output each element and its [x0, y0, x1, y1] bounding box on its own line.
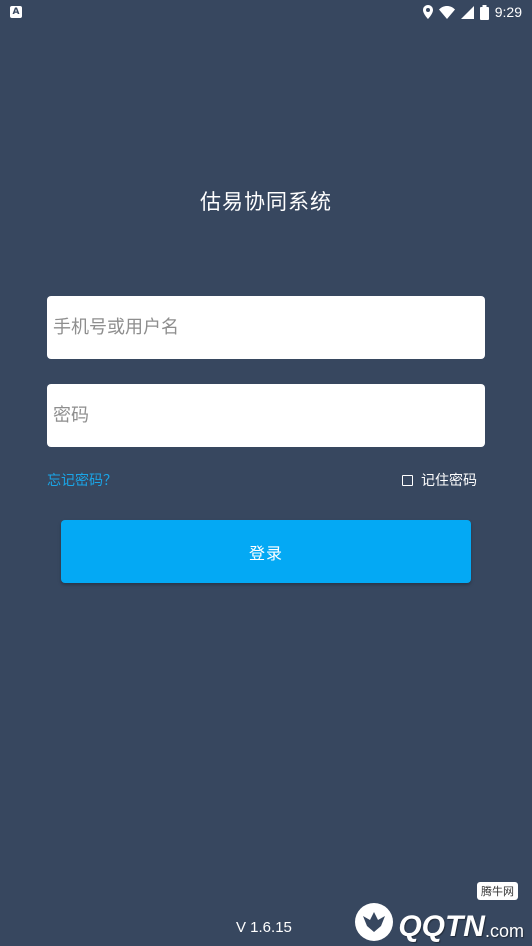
- battery-icon: [479, 4, 489, 20]
- status-time: 9:29: [494, 4, 522, 20]
- username-input[interactable]: [47, 296, 485, 359]
- status-bar: A 9:29: [0, 0, 532, 24]
- checkbox-box[interactable]: [402, 474, 413, 486]
- remember-password-label: 记住密码: [421, 473, 477, 489]
- page-title: 估易协同系统: [200, 190, 332, 214]
- remember-password-checkbox[interactable]: 记住密码: [402, 470, 477, 490]
- signal-icon: [460, 5, 474, 19]
- watermark-brand: QQTN: [398, 910, 485, 943]
- watermark-logo-icon: [355, 903, 394, 941]
- forgot-password-link[interactable]: 忘记密码？: [47, 470, 117, 490]
- notification-icon: A: [10, 6, 22, 18]
- status-left: A: [10, 6, 22, 18]
- login-button[interactable]: 登录: [61, 520, 471, 583]
- watermark-suffix: .com: [484, 921, 524, 941]
- watermark: 腾牛网 QQTN .com: [354, 882, 524, 943]
- status-right: 9:29: [422, 4, 522, 20]
- wifi-icon: [438, 5, 455, 19]
- watermark-cn: 腾牛网: [477, 882, 518, 900]
- location-icon: [422, 5, 433, 19]
- version-label: V 1.6.15: [236, 919, 292, 936]
- password-input[interactable]: [47, 384, 485, 447]
